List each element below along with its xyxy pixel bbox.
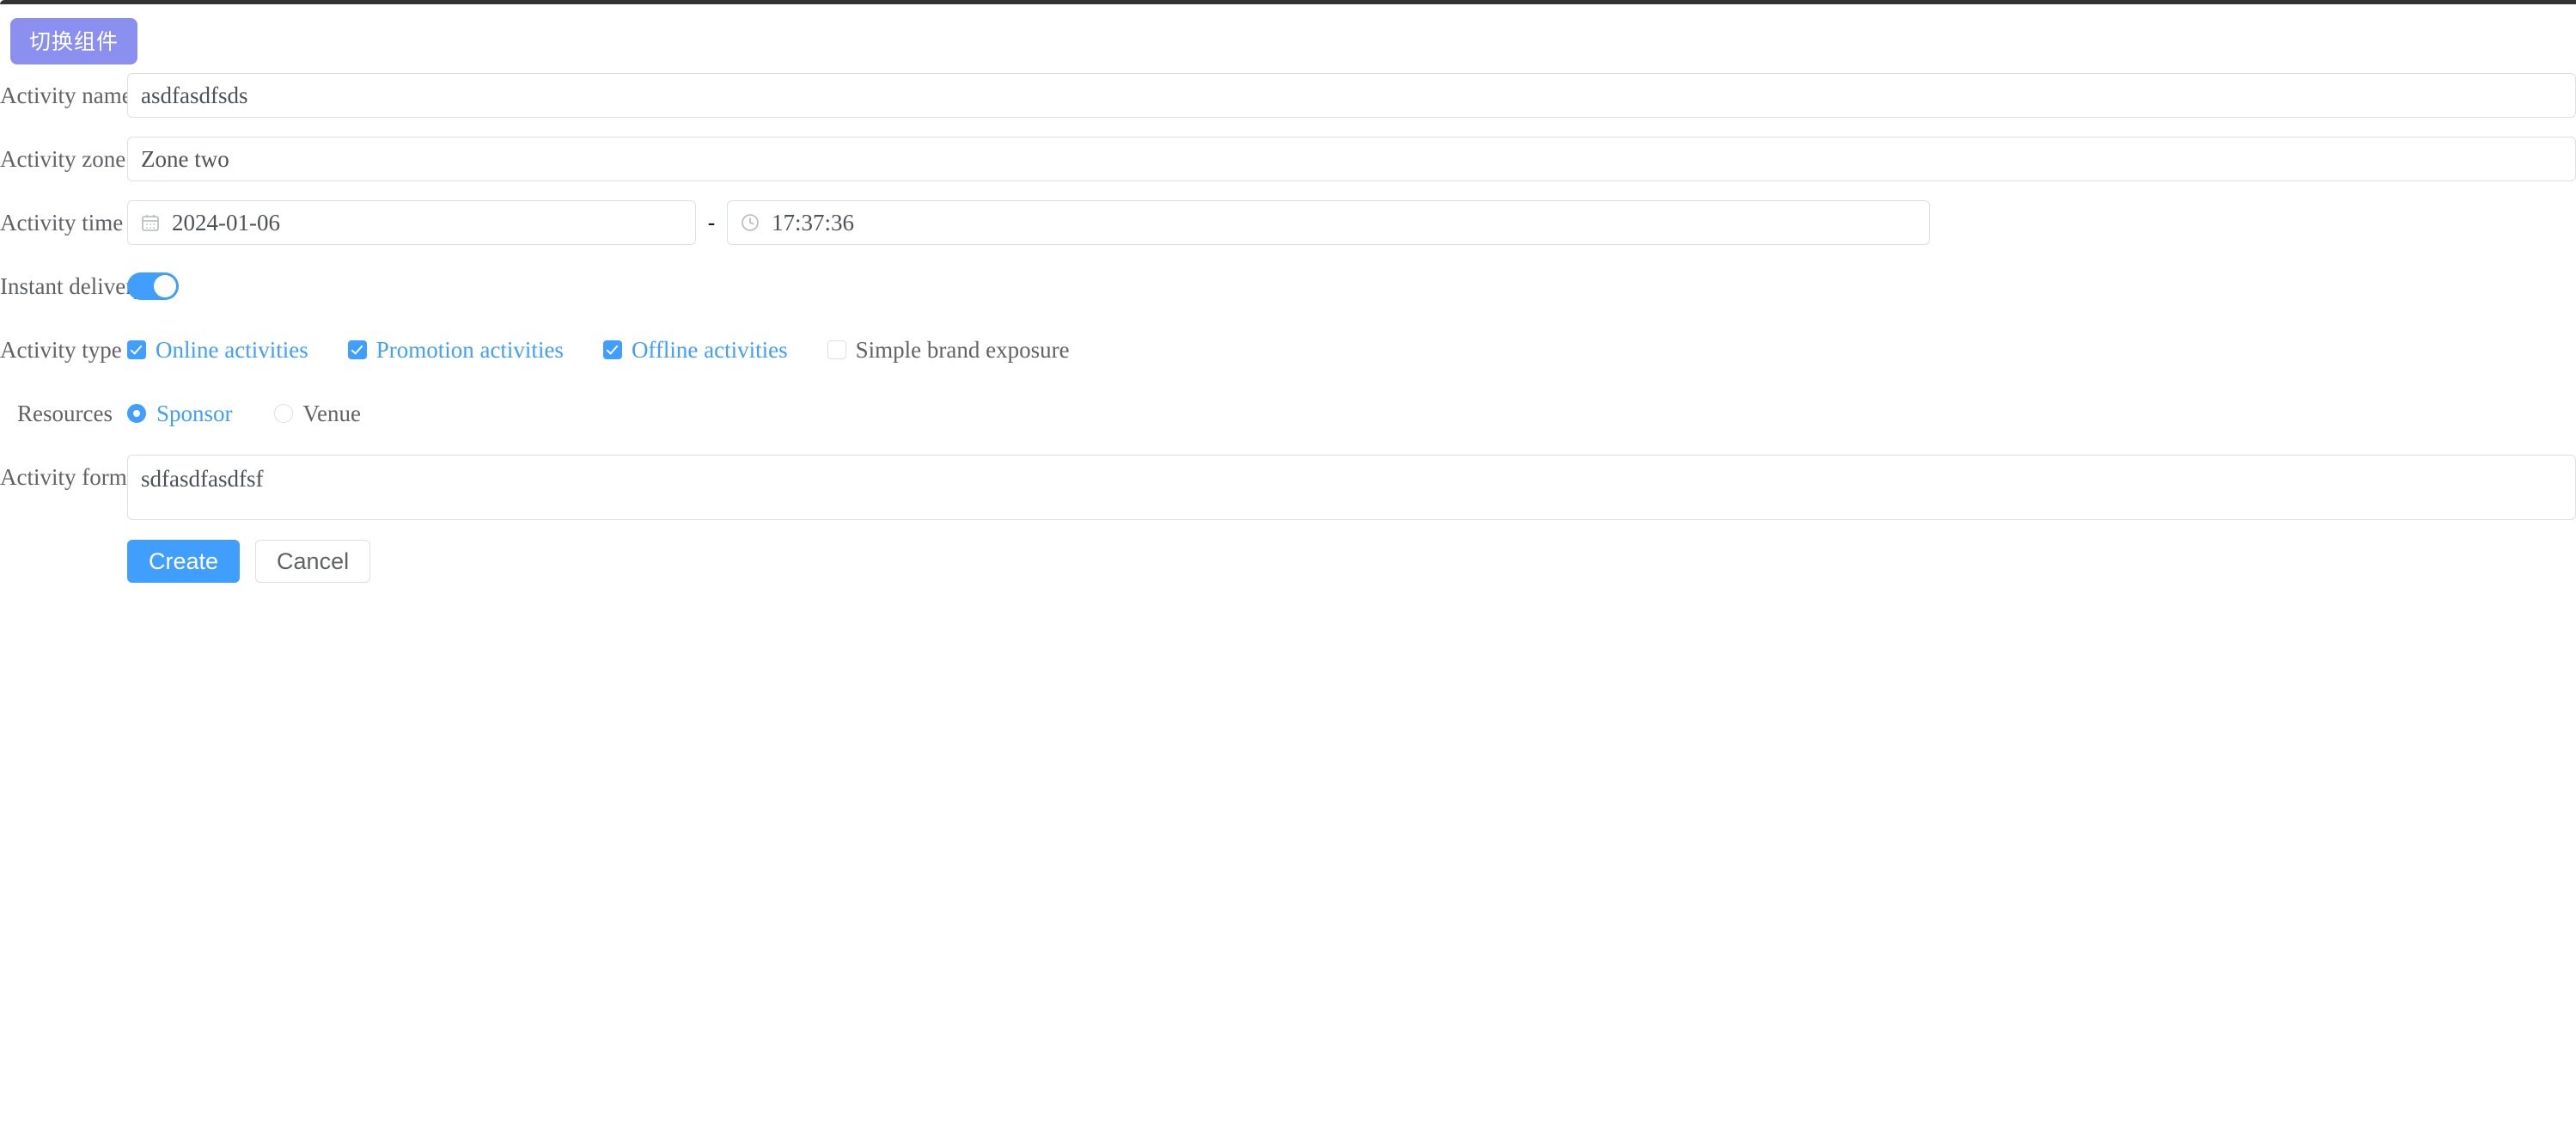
radio-dot-icon xyxy=(133,410,140,417)
form-row-activity-name: Activity name asdfasdfsds xyxy=(0,73,2576,118)
form-row-instant-delivery: Instant delivery xyxy=(0,264,2576,309)
check-icon xyxy=(351,342,363,355)
label-activity-time: Activity time xyxy=(0,210,124,236)
calendar-icon xyxy=(140,212,161,233)
activity-time-picker[interactable]: 17:37:36 xyxy=(727,200,1930,245)
form-row-activity-zone: Activity zone Zone two xyxy=(0,137,2576,181)
checkbox-offline-activities[interactable]: Offline activities xyxy=(602,336,788,364)
checkbox-promotion-activities[interactable]: Promotion activities xyxy=(347,336,564,364)
time-range-separator: - xyxy=(707,210,716,236)
radio-label: Venue xyxy=(302,400,361,426)
checkbox-simple-brand-exposure[interactable]: Simple brand exposure xyxy=(827,337,1070,364)
create-button[interactable]: Create xyxy=(127,540,241,583)
radio-circle xyxy=(127,404,146,423)
form-row-activity-time: Activity time 2024-01-06 - 17:37:36 xyxy=(0,200,2576,245)
label-activity-type: Activity type xyxy=(0,337,122,363)
activity-type-checkbox-group: Online activities Promotion activities O… xyxy=(127,327,1109,372)
control-activity-form: sdfasdfasdfsf xyxy=(127,455,2576,520)
control-actions: Create Cancel xyxy=(127,539,2576,584)
checkbox-label: Online activities xyxy=(156,336,308,363)
control-activity-type: Online activities Promotion activities O… xyxy=(127,327,2576,372)
switch-component-button[interactable]: 切换组件 xyxy=(10,18,138,64)
control-instant-delivery xyxy=(127,264,2576,300)
radio-sponsor[interactable]: Sponsor xyxy=(127,401,233,427)
form-row-activity-type: Activity type Online activities Promotio… xyxy=(0,327,2576,372)
activity-date-picker[interactable]: 2024-01-06 xyxy=(127,200,696,245)
label-resources: Resources xyxy=(17,401,113,426)
label-activity-name: Activity name xyxy=(0,83,132,108)
switch-knob xyxy=(154,275,176,297)
activity-form-value: sdfasdfasdfsf xyxy=(141,466,264,492)
form-row-actions: Create Cancel xyxy=(0,539,2576,584)
check-icon xyxy=(130,342,143,355)
activity-zone-select[interactable]: Zone two xyxy=(127,137,2576,181)
label-activity-zone: Activity zone xyxy=(0,146,126,172)
radio-venue[interactable]: Venue xyxy=(273,400,361,427)
label-instant-delivery: Instant delivery xyxy=(0,273,145,299)
check-icon xyxy=(606,342,619,355)
control-activity-time: 2024-01-06 - 17:37:36 xyxy=(127,200,2576,245)
form-row-activity-form: Activity form sdfasdfasdfsf xyxy=(0,455,2576,520)
activity-name-input[interactable]: asdfasdfsds xyxy=(127,73,2576,118)
activity-time-value: 17:37:36 xyxy=(772,209,855,236)
checkbox-online-activities[interactable]: Online activities xyxy=(127,337,308,364)
form-page: 切换组件 Activity name asdfasdfsds Activity … xyxy=(0,4,2576,1138)
activity-form: Activity name asdfasdfsds Activity zone … xyxy=(0,73,2576,603)
radio-label: Sponsor xyxy=(156,400,233,426)
form-action-buttons: Create Cancel xyxy=(127,539,371,584)
checkbox-box xyxy=(127,340,146,359)
activity-name-value: asdfasdfsds xyxy=(141,82,248,108)
checkbox-label: Promotion activities xyxy=(375,336,564,363)
checkbox-box xyxy=(347,340,367,359)
checkbox-box xyxy=(602,340,622,359)
form-row-resources: Resources Sponsor Venue xyxy=(0,391,2576,436)
control-activity-name: asdfasdfsds xyxy=(127,73,2576,118)
checkbox-box xyxy=(827,340,846,359)
control-resources: Sponsor Venue xyxy=(127,391,2576,436)
control-activity-zone: Zone two xyxy=(127,137,2576,181)
clock-icon xyxy=(740,212,760,233)
activity-date-value: 2024-01-06 xyxy=(172,209,280,236)
instant-delivery-switch[interactable] xyxy=(127,272,179,300)
label-activity-form: Activity form xyxy=(0,464,127,490)
activity-zone-value: Zone two xyxy=(141,145,229,172)
checkbox-label: Simple brand exposure xyxy=(855,336,1070,363)
resources-radio-group: Sponsor Venue xyxy=(127,391,402,436)
activity-form-textarea[interactable]: sdfasdfasdfsf xyxy=(127,455,2576,520)
checkbox-label: Offline activities xyxy=(631,336,788,363)
cancel-button[interactable]: Cancel xyxy=(255,540,371,583)
radio-circle xyxy=(273,404,293,423)
